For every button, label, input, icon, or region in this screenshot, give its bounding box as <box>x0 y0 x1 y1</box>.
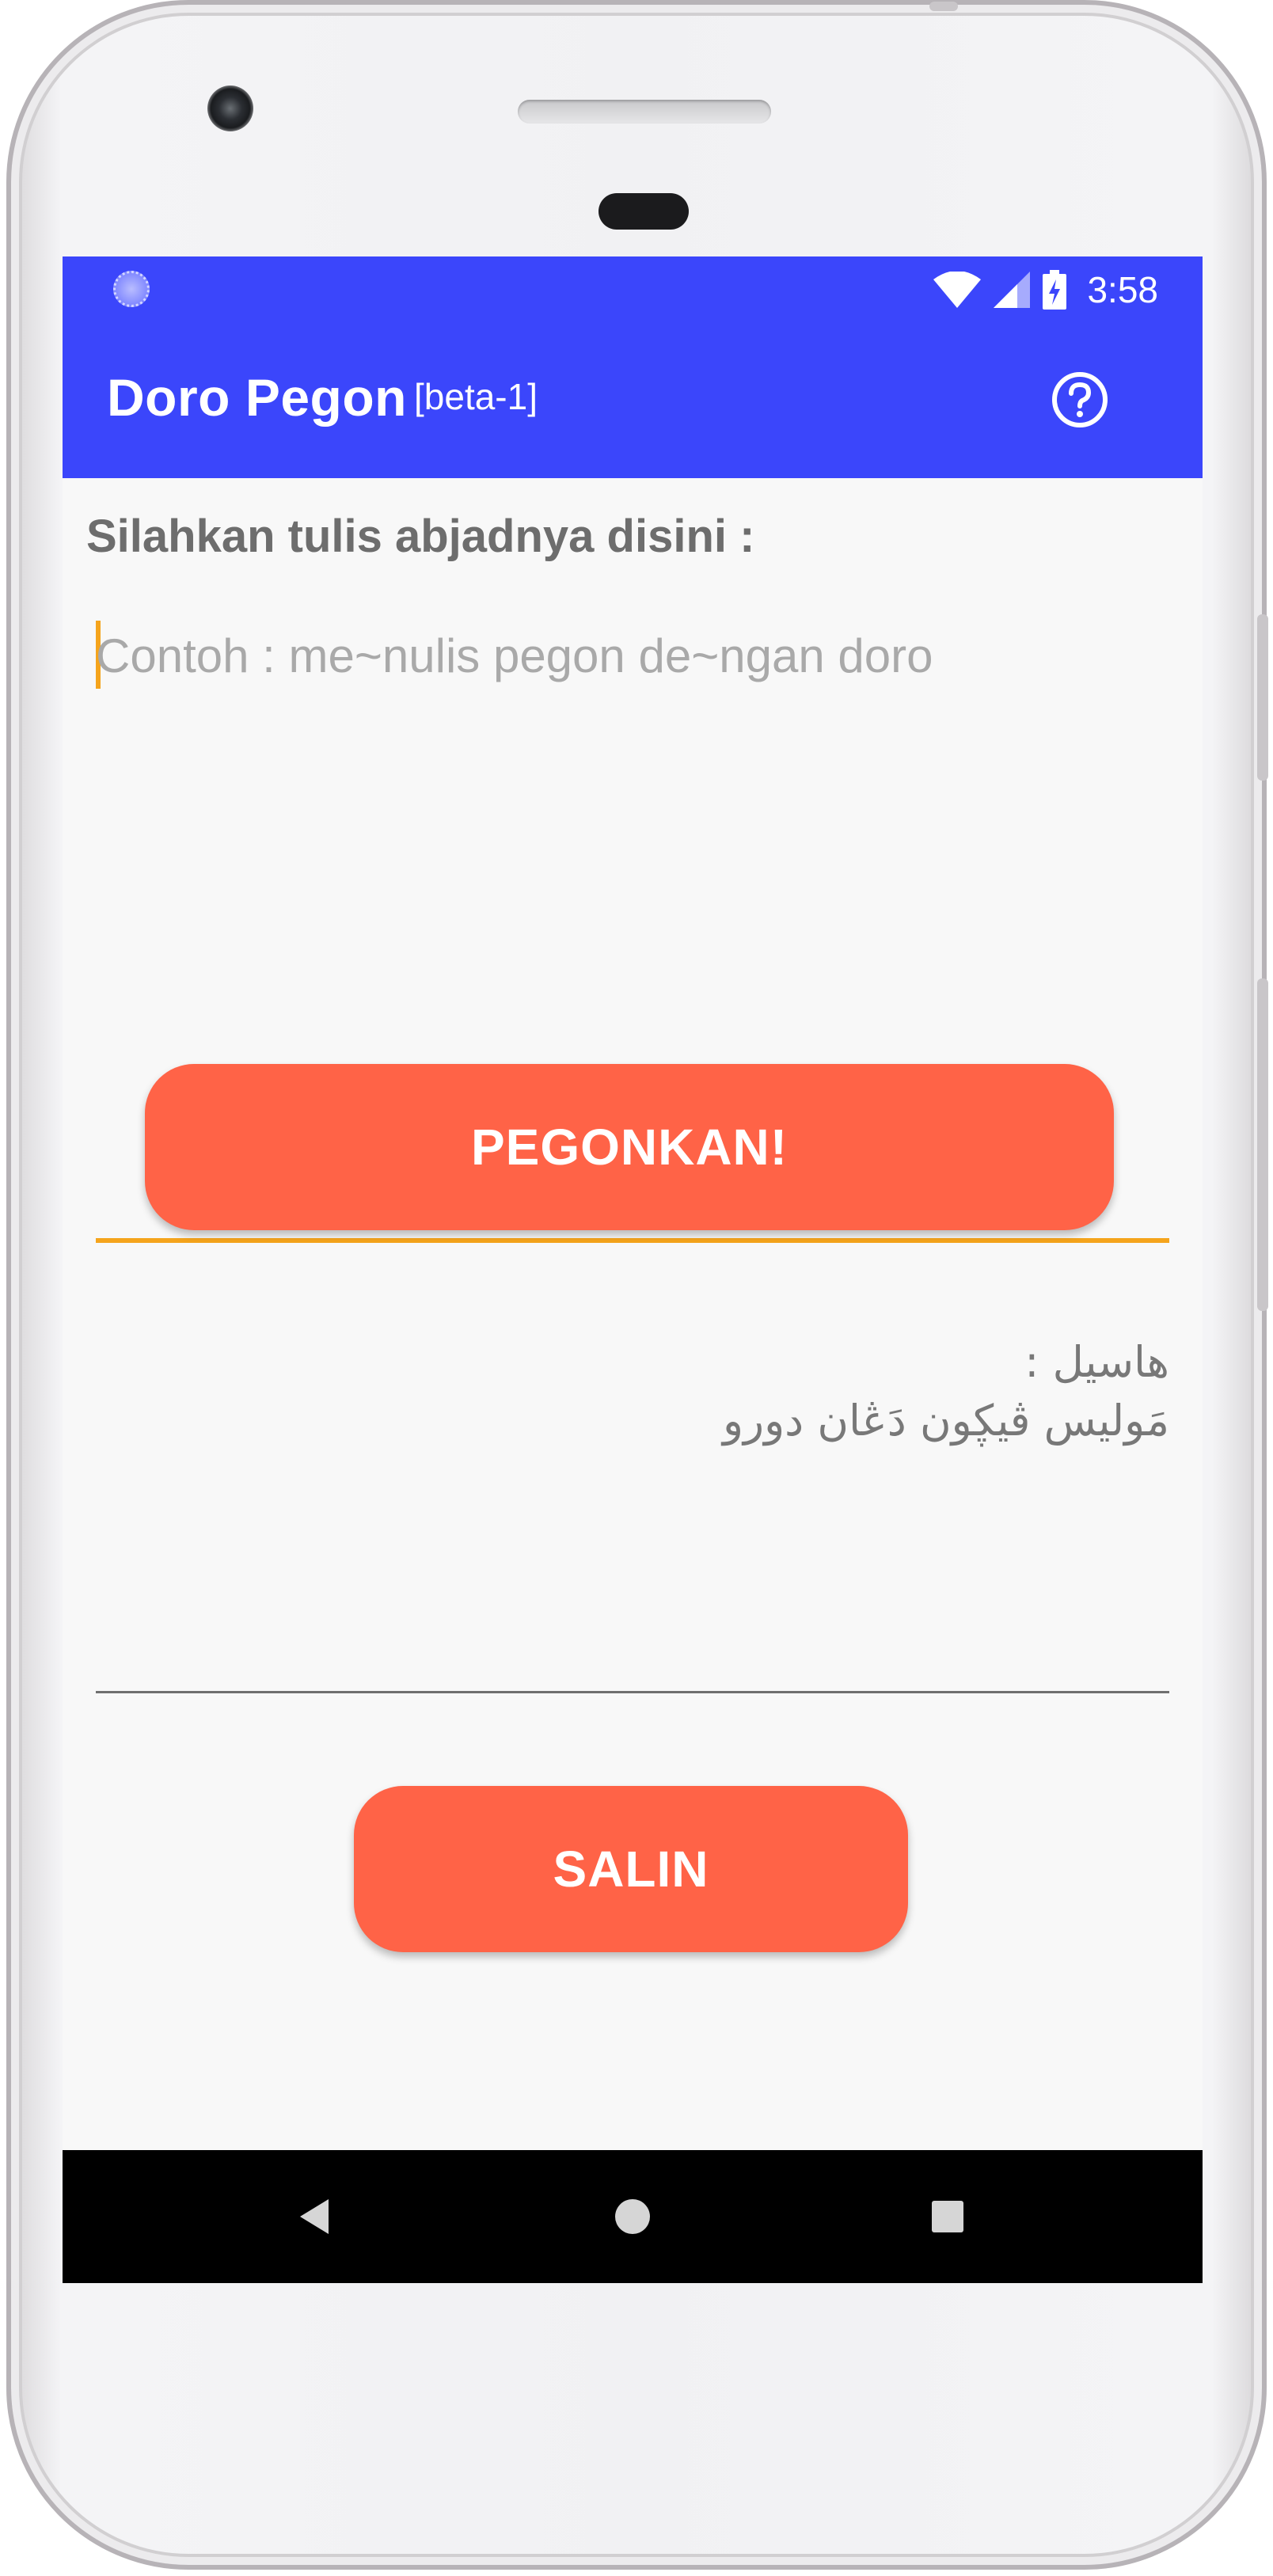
output-underline <box>96 1691 1169 1693</box>
volume-button <box>1257 614 1268 781</box>
help-button[interactable] <box>1051 370 1109 429</box>
cellular-signal-icon <box>994 272 1031 308</box>
battery-charging-icon <box>1043 270 1067 310</box>
nav-home-button[interactable] <box>553 2150 712 2283</box>
top-button <box>929 2 958 11</box>
input-placeholder: Contoh : me~nulis pegon de~ngan doro <box>96 629 933 682</box>
input-instruction-label: Silahkan tulis abjadnya disini : <box>86 511 755 562</box>
home-circle-icon <box>615 2199 650 2234</box>
back-triangle-icon <box>300 2199 329 2234</box>
app-bar: Doro Pegon [beta-1] <box>63 323 1203 478</box>
app-screen: 3:58 Doro Pegon [beta-1] Silahkan tulis … <box>63 256 1203 2283</box>
help-circle-icon <box>1052 372 1108 427</box>
output-text: هاسيل : مَوليس ڤيڮون دَڠان دورو <box>722 1337 1169 1446</box>
notification-icon <box>113 271 150 307</box>
status-icons: 3:58 <box>933 256 1158 323</box>
power-button <box>1257 978 1268 1311</box>
front-camera <box>207 85 253 131</box>
salin-button[interactable]: SALIN <box>354 1786 908 1952</box>
wifi-icon <box>933 272 982 308</box>
recents-square-icon <box>932 2201 963 2232</box>
status-time: 3:58 <box>1087 269 1158 310</box>
app-title: Doro Pegon <box>107 368 407 427</box>
proximity-sensor <box>598 193 689 230</box>
pegonkan-button[interactable]: PEGONKAN! <box>145 1064 1114 1230</box>
navigation-bar <box>63 2150 1203 2283</box>
nav-back-button[interactable] <box>235 2150 393 2283</box>
nav-recents-button[interactable] <box>868 2150 1027 2283</box>
app-version-label: [beta-1] <box>414 376 538 417</box>
earpiece-speaker <box>518 100 771 123</box>
output-text-area: هاسيل : مَوليس ڤيڮون دَڠان دورو <box>96 1333 1169 1705</box>
status-bar: 3:58 <box>63 256 1203 323</box>
input-underline <box>96 1238 1169 1243</box>
